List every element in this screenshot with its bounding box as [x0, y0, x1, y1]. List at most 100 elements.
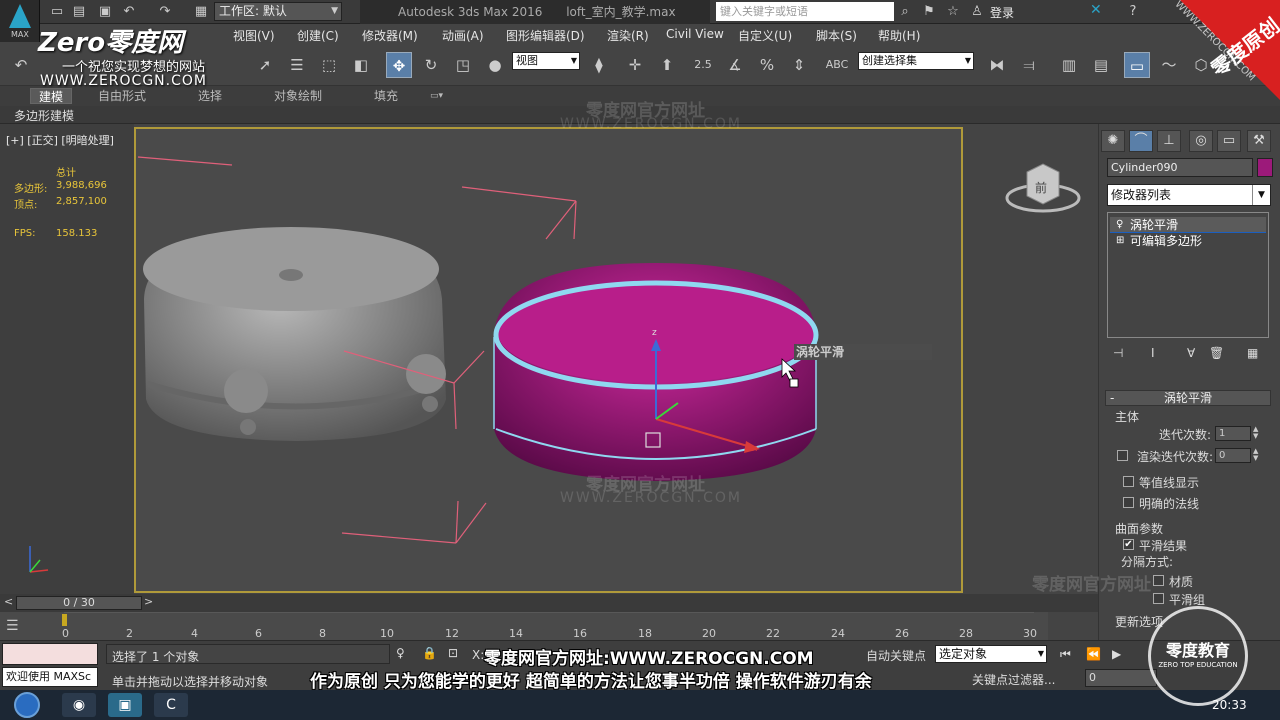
windows-start-icon[interactable] — [14, 692, 40, 718]
viewport-front[interactable]: z x — [134, 127, 963, 593]
maxscript-input[interactable]: 欢迎使用 MAXSc — [2, 667, 98, 687]
binoculars-icon[interactable]: ⌕ — [896, 3, 914, 21]
select-manipulate-icon[interactable]: ✛ — [622, 52, 648, 78]
viewcube[interactable]: 前 — [1003, 158, 1083, 218]
favorites-star-icon[interactable]: ☆ — [944, 3, 962, 21]
undo-icon[interactable]: ↶ — [120, 3, 138, 21]
smooth-result-checkbox[interactable]: ✔ — [1123, 539, 1134, 550]
percent-snap-icon[interactable]: % — [754, 52, 780, 78]
angle-snap-icon[interactable]: ∡ — [722, 52, 748, 78]
tab-modeling[interactable]: 建模 — [30, 88, 73, 104]
redo-icon[interactable]: ↷ — [156, 3, 174, 21]
object-name-field[interactable]: Cylinder090 — [1107, 158, 1253, 177]
time-slider[interactable]: < 0 / 30 > — [0, 594, 1098, 612]
camtasia-taskbar-icon[interactable]: C — [154, 693, 188, 717]
menu-view[interactable]: 视图(V) — [233, 27, 275, 44]
tab-freeform[interactable]: 自由形式 — [98, 88, 146, 104]
menu-help[interactable]: 帮助(H) — [878, 27, 920, 44]
configure-sets-icon[interactable]: ▦ — [1247, 346, 1258, 360]
select-by-name-icon[interactable]: ☰ — [284, 52, 310, 78]
lightbulb-icon[interactable]: ♀ — [1116, 217, 1123, 233]
render-iters-checkbox[interactable] — [1117, 450, 1128, 461]
workspace-dropdown[interactable]: 工作区: 默认 ▼ — [214, 2, 342, 21]
spinner-arrows-icon[interactable]: ▲ ▼ — [1253, 448, 1263, 463]
gray-ottoman-model[interactable] — [143, 227, 446, 441]
motion-tab-icon[interactable]: ◎ — [1189, 130, 1213, 152]
make-unique-icon[interactable]: ∀ — [1187, 346, 1195, 360]
object-color-swatch[interactable] — [1257, 158, 1273, 177]
reference-coord-dropdown[interactable]: 视图 ▼ — [512, 52, 580, 70]
auto-key-button[interactable]: 自动关键点 — [866, 647, 926, 664]
menu-animation[interactable]: 动画(A) — [442, 27, 484, 44]
toggle-ribbon-icon[interactable]: ▭ — [1124, 52, 1150, 78]
next-frame-arrow-icon[interactable]: > — [144, 595, 153, 608]
tab-object-paint[interactable]: 对象绘制 — [274, 88, 322, 104]
current-frame-input[interactable]: 0 — [1085, 669, 1157, 687]
app-menu-button[interactable]: MAX — [0, 0, 40, 42]
ribbon-options-icon[interactable]: ▭▾ — [430, 88, 443, 104]
place-icon[interactable]: ● — [482, 52, 508, 78]
show-end-result-icon[interactable]: Ⅰ — [1151, 346, 1155, 360]
menu-create[interactable]: 创建(C) — [297, 27, 339, 44]
menu-rendering[interactable]: 渲染(R) — [607, 27, 649, 44]
save-icon[interactable]: ▣ — [96, 3, 114, 21]
edit-named-selection-icon[interactable]: ABC — [824, 52, 850, 78]
spinner-snap-icon[interactable]: ⇕ — [786, 52, 812, 78]
modify-tab-icon[interactable]: ⌒ — [1129, 130, 1153, 152]
polygon-modeling-label[interactable]: 多边形建模 — [14, 107, 74, 124]
create-tab-icon[interactable]: ✺ — [1101, 130, 1125, 152]
open-file-icon[interactable]: ▤ — [70, 3, 88, 21]
user-icon[interactable]: ♙ — [968, 3, 986, 21]
materials-checkbox[interactable] — [1153, 575, 1164, 586]
track-bar[interactable]: ☰ 0 2 4 6 8 10 12 14 16 18 20 22 24 26 2… — [0, 612, 1048, 640]
viewport-label[interactable]: [+] [正交] [明暗处理] — [6, 132, 114, 148]
layer-explorer-icon[interactable]: ▥ — [1056, 52, 1082, 78]
pin-stack-icon[interactable]: ⊣ — [1113, 346, 1123, 360]
align-icon[interactable]: ⫤ — [1016, 52, 1042, 78]
hierarchy-tab-icon[interactable]: ⊥ — [1157, 130, 1181, 152]
select-rotate-icon[interactable]: ↻ — [418, 52, 444, 78]
menu-scripting[interactable]: 脚本(S) — [816, 27, 857, 44]
turbosmooth-rollout-header[interactable]: - 涡轮平滑 — [1105, 390, 1271, 406]
menu-graph-editors[interactable]: 图形编辑器(D) — [506, 27, 585, 44]
tab-selection[interactable]: 选择 — [198, 88, 222, 104]
absolute-mode-icon[interactable]: ⊡ — [448, 646, 458, 660]
lock-selection-icon[interactable]: 🔒 — [422, 646, 437, 660]
key-filters-button[interactable]: 关键点过滤器... — [972, 671, 1055, 688]
smoothing-groups-checkbox[interactable] — [1153, 593, 1164, 604]
named-selection-dropdown[interactable]: 创建选择集 ▼ — [858, 52, 974, 70]
prev-key-icon[interactable]: ⏪ — [1086, 647, 1101, 661]
key-selection-dropdown[interactable]: 选定对象 ▼ — [935, 645, 1047, 663]
stack-item-turbosmooth[interactable]: ♀ 涡轮平滑 — [1110, 217, 1266, 233]
isolate-icon[interactable]: ♀ — [396, 646, 405, 660]
subscription-icon[interactable]: ⚑ — [920, 3, 938, 21]
keyboard-shortcut-icon[interactable]: ⬆ — [654, 52, 680, 78]
3dsmax-taskbar-icon[interactable]: ▣ — [108, 693, 142, 717]
select-scale-icon[interactable]: ◳ — [450, 52, 476, 78]
isoline-checkbox[interactable] — [1123, 476, 1134, 487]
exchange-x-icon[interactable]: ✕ — [1090, 2, 1102, 18]
stack-item-editable-poly[interactable]: ⊞ 可编辑多边形 — [1110, 233, 1266, 249]
search-input[interactable]: 键入关键字或短语 — [716, 2, 894, 21]
menu-modifiers[interactable]: 修改器(M) — [362, 27, 418, 44]
login-link[interactable]: 登录 — [990, 4, 1014, 21]
select-object-icon[interactable]: ➚ — [252, 52, 278, 78]
go-to-start-icon[interactable]: ⏮ — [1060, 647, 1071, 662]
play-icon[interactable]: ▶ — [1112, 647, 1121, 661]
firefox-taskbar-icon[interactable]: ◉ — [62, 693, 96, 717]
maxscript-listener-mini[interactable] — [2, 643, 98, 665]
window-crossing-icon[interactable]: ◧ — [348, 52, 374, 78]
menu-civil-view[interactable]: Civil View — [666, 27, 724, 41]
snap-toggle-button[interactable]: 2.5 — [690, 52, 716, 78]
time-slider-thumb[interactable]: 0 / 30 — [16, 596, 142, 610]
pivot-center-icon[interactable]: ⧫ — [586, 52, 612, 78]
spinner-arrows-icon[interactable]: ▲ ▼ — [1253, 426, 1263, 441]
project-folder-icon[interactable]: ▦ — [192, 3, 210, 21]
help-icon[interactable]: ? — [1124, 3, 1142, 21]
expand-plus-icon[interactable]: ⊞ — [1116, 233, 1124, 249]
prev-frame-arrow-icon[interactable]: < — [4, 595, 13, 608]
display-tab-icon[interactable]: ▭ — [1217, 130, 1241, 152]
mirror-icon[interactable]: ⧓ — [984, 52, 1010, 78]
scene-explorer-icon[interactable]: ▤ — [1088, 52, 1114, 78]
tab-populate[interactable]: 填充 — [374, 88, 398, 104]
